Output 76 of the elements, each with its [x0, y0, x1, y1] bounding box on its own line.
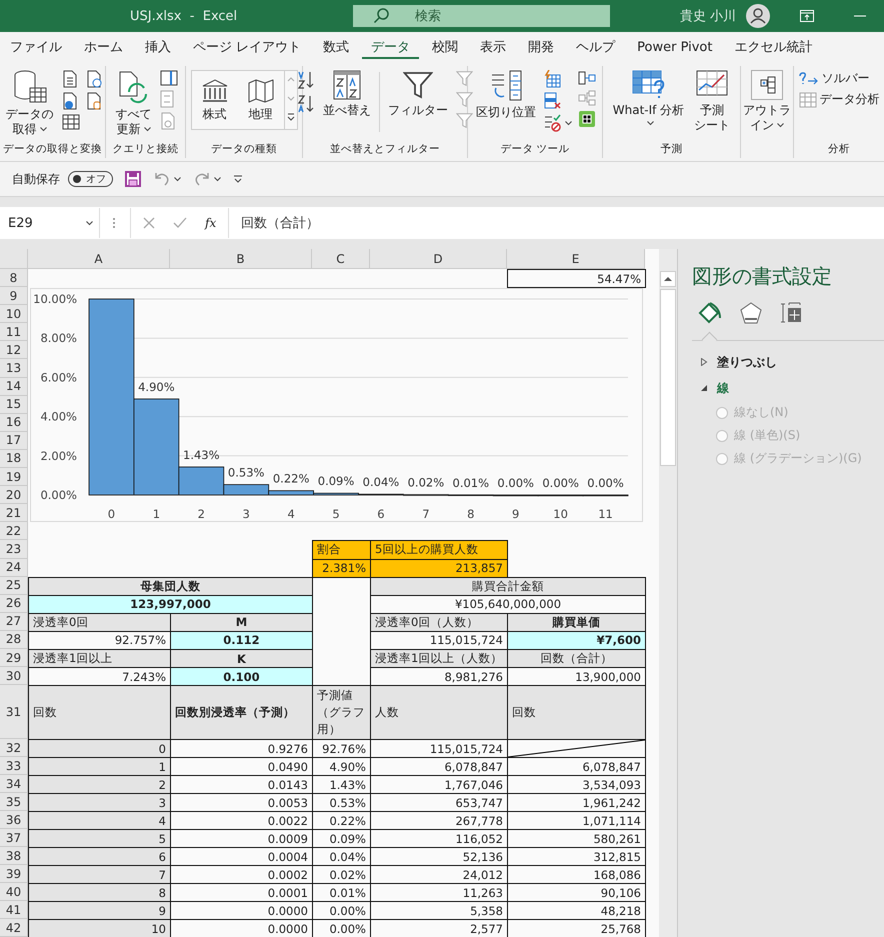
axis-tick-label: 1: [152, 507, 160, 522]
group-label: データの種類: [211, 142, 277, 157]
table-cell: M: [170, 612, 313, 632]
table-cell: 回数: [507, 685, 646, 740]
table-cell: 8: [28, 883, 171, 902]
table-cell: ¥7,600: [507, 630, 646, 650]
axis-tick-label: 10.00%: [33, 292, 77, 306]
axis-tick-label: 2: [198, 507, 205, 522]
table-cell: 回数（合計）: [507, 648, 646, 668]
group-label: データの取得と変換: [3, 142, 102, 157]
pane-title: 図形の書式設定: [692, 263, 832, 290]
table-cell: 5回以上の購買人数: [370, 540, 508, 560]
axis-tick-label: 7: [422, 507, 430, 522]
table-cell: 6: [28, 847, 171, 866]
table-cell: 購買単価: [507, 612, 646, 632]
axis-tick-label: 4.00%: [40, 410, 77, 424]
table-cell: 予測値（グラフ用）: [312, 685, 371, 740]
axis-tick-label: 6: [377, 507, 385, 522]
table-cell: 0: [28, 739, 171, 758]
axis-tick-label: 2.00%: [40, 448, 77, 463]
user-name: 貴史 小川: [680, 8, 736, 25]
data-label: 4.90%: [138, 380, 175, 394]
data-label: 0.00%: [497, 476, 534, 490]
table-cell: 回数別浸透率（予測）: [170, 685, 313, 740]
table-cell: 9: [28, 901, 171, 920]
radio-label: 線 (グラデーション)(G): [734, 450, 862, 467]
table-cell: 54.47%: [507, 269, 646, 288]
table-cell: 5: [28, 829, 171, 848]
table-cell: 123,997,000: [28, 594, 313, 614]
table-cell: 2.381%: [312, 558, 371, 578]
data-label: 0.00%: [587, 476, 624, 490]
data-label: 0.01%: [452, 476, 490, 490]
table-cell: 回数: [28, 685, 171, 740]
table-cell: 0.100: [170, 667, 313, 686]
table-cell: K: [170, 648, 313, 668]
radio-label: 線なし(N): [734, 404, 788, 421]
axis-tick-label: 9: [512, 507, 520, 522]
table-cell: 母集団人数: [28, 576, 313, 596]
table-cell: 4: [28, 811, 171, 830]
table-cell: 3: [28, 793, 171, 812]
data-label: 0.00%: [542, 476, 579, 490]
radio-label: 線 (単色)(S): [734, 427, 800, 444]
group-label: クエリと接続: [112, 142, 178, 157]
table-cell: 購買合計金額: [370, 576, 646, 596]
data-label: 0.22%: [272, 472, 310, 486]
axis-tick-label: 8.00%: [40, 331, 77, 346]
table-cell: 7: [28, 865, 171, 884]
table-cell: 1: [28, 757, 171, 776]
autosave-label: 自動保存: [12, 170, 60, 188]
group-label: 予測: [660, 142, 682, 157]
axis-tick-label: 6.00%: [40, 370, 77, 384]
table-cell: 10: [28, 919, 171, 937]
group-label: 分析: [828, 142, 850, 157]
data-label: 1.43%: [183, 448, 220, 462]
window-title: USJ.xlsx - Excel: [130, 8, 238, 24]
table-cell: 2: [28, 775, 171, 794]
data-label: 0.02%: [408, 476, 444, 490]
data-label: 0.04%: [362, 475, 400, 490]
table-cell: 0.112: [170, 630, 313, 650]
axis-tick-label: 8: [467, 507, 474, 522]
group-label: 並べ替えとフィルター: [330, 142, 440, 157]
table-cell: 浸透率0回: [28, 612, 171, 632]
axis-tick-label: 10: [553, 507, 568, 522]
data-label: 0.09%: [318, 474, 354, 488]
axis-tick-label: 3: [242, 507, 250, 522]
table-cell: 浸透率0回（人数）: [370, 612, 508, 632]
axis-tick-label: 0.00%: [40, 488, 77, 502]
axis-tick-label: 5: [332, 507, 340, 522]
data-label: 0.53%: [228, 466, 264, 480]
axis-tick-label: 11: [598, 507, 613, 522]
table-cell: 割合: [312, 540, 371, 560]
axis-tick-label: 4: [287, 507, 295, 522]
group-label: データ ツール: [500, 142, 570, 157]
table-cell: 人数: [370, 685, 508, 740]
axis-tick-label: 0: [108, 507, 116, 522]
table-cell: 213,857: [370, 558, 508, 578]
